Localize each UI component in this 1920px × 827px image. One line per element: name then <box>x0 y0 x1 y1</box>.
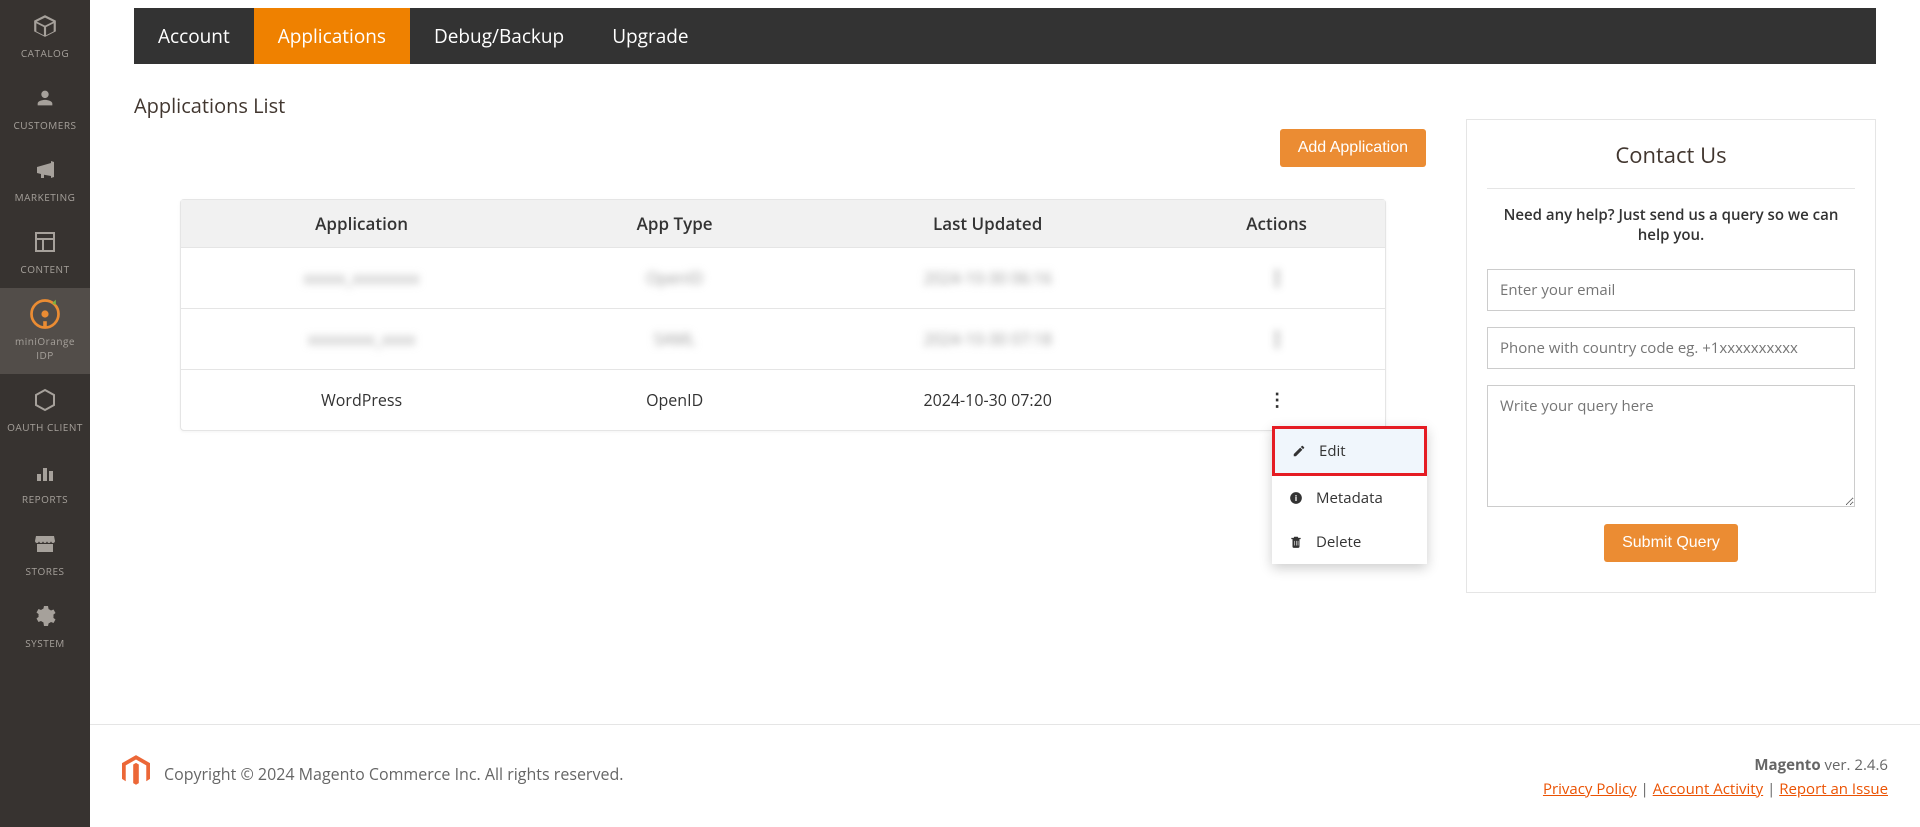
sidebar: CATALOG CUSTOMERS MARKETING CONTENT mini… <box>0 0 90 827</box>
product-name: Magento <box>1754 755 1820 775</box>
sidebar-label: CATALOG <box>21 46 69 60</box>
page-title: Applications List <box>134 92 1876 119</box>
trash-icon <box>1288 535 1304 549</box>
applications-panel: Add Application Application App Type Las… <box>134 129 1426 593</box>
chart-icon <box>33 458 57 486</box>
sidebar-item-customers[interactable]: CUSTOMERS <box>0 72 90 144</box>
privacy-policy-link[interactable]: Privacy Policy <box>1543 779 1637 799</box>
cell-last-updated: 2024-10-30 07:20 <box>807 389 1168 411</box>
query-textarea[interactable] <box>1487 385 1855 507</box>
header-actions: Actions <box>1168 212 1385 235</box>
dropdown-metadata[interactable]: i Metadata <box>1272 476 1427 520</box>
contact-title: Contact Us <box>1487 140 1855 189</box>
cube-icon <box>32 12 58 40</box>
sidebar-item-stores[interactable]: STORES <box>0 518 90 590</box>
cell-application: xxxxx_xxxxxxxx <box>181 267 542 289</box>
magento-logo-icon <box>122 755 150 792</box>
pencil-icon <box>1291 444 1307 458</box>
layout-icon <box>33 228 57 256</box>
person-icon <box>34 84 56 112</box>
sidebar-label: SYSTEM <box>25 636 65 650</box>
page-footer: Copyright © 2024 Magento Commerce Inc. A… <box>90 724 1920 827</box>
header-app-type: App Type <box>542 212 807 235</box>
dropdown-delete-label: Delete <box>1316 532 1361 552</box>
cell-last-updated: 2024-10-30 07:18 <box>807 328 1168 350</box>
more-actions-icon[interactable]: ⋮ <box>1268 266 1285 290</box>
tab-applications[interactable]: Applications <box>254 8 410 64</box>
more-actions-icon[interactable]: ⋮ <box>1268 388 1285 412</box>
cell-last-updated: 2024-10-30 06:16 <box>807 267 1168 289</box>
sidebar-item-reports[interactable]: REPORTS <box>0 446 90 518</box>
sidebar-label: REPORTS <box>22 492 68 506</box>
report-issue-link[interactable]: Report an Issue <box>1779 779 1888 799</box>
cell-application: xxxxxxxx_xxxx <box>181 328 542 350</box>
dropdown-delete[interactable]: Delete <box>1272 520 1427 564</box>
header-application: Application <box>181 212 542 235</box>
cell-app-type: OpenID <box>542 389 807 411</box>
copyright-text: Copyright © 2024 Magento Commerce Inc. A… <box>164 763 623 785</box>
table-header: Application App Type Last Updated Action… <box>181 200 1385 248</box>
submit-query-button[interactable]: Submit Query <box>1604 524 1738 562</box>
version-text: ver. 2.4.6 <box>1821 755 1888 775</box>
sidebar-label: CONTENT <box>20 262 69 276</box>
sidebar-label: MARKETING <box>15 190 76 204</box>
cell-actions: ⋮ <box>1168 388 1385 412</box>
sidebar-item-miniorange[interactable]: miniOrange IDP <box>0 288 90 374</box>
svg-text:i: i <box>1295 493 1298 504</box>
bullhorn-icon <box>32 156 58 184</box>
sidebar-item-content[interactable]: CONTENT <box>0 216 90 288</box>
dropdown-edit[interactable]: Edit <box>1272 426 1427 476</box>
sidebar-label: CUSTOMERS <box>13 118 76 132</box>
hexagon-icon <box>33 386 57 414</box>
info-icon: i <box>1288 491 1304 505</box>
tab-account[interactable]: Account <box>134 8 254 64</box>
tab-bar: Account Applications Debug/Backup Upgrad… <box>134 8 1876 64</box>
sidebar-label: STORES <box>26 564 65 578</box>
main-content: Account Applications Debug/Backup Upgrad… <box>90 0 1920 593</box>
table-row: xxxxx_xxxxxxxx OpenID 2024-10-30 06:16 ⋮ <box>181 248 1385 309</box>
more-actions-icon[interactable]: ⋮ <box>1268 327 1285 351</box>
header-last-updated: Last Updated <box>807 212 1168 235</box>
cell-app-type: SAML <box>542 328 807 350</box>
miniorange-icon <box>27 300 63 328</box>
sidebar-label: OAUTH CLIENT <box>7 420 83 434</box>
dropdown-metadata-label: Metadata <box>1316 488 1383 508</box>
tab-upgrade[interactable]: Upgrade <box>588 8 712 64</box>
sidebar-item-system[interactable]: SYSTEM <box>0 590 90 662</box>
actions-dropdown: Edit i Metadata Delete <box>1272 426 1427 564</box>
cell-actions: ⋮ <box>1168 266 1385 290</box>
add-application-button[interactable]: Add Application <box>1280 129 1426 167</box>
email-input[interactable] <box>1487 269 1855 311</box>
sidebar-item-catalog[interactable]: CATALOG <box>0 0 90 72</box>
table-row: WordPress OpenID 2024-10-30 07:20 ⋮ Edit <box>181 370 1385 430</box>
store-icon <box>32 530 58 558</box>
gear-icon <box>33 602 57 630</box>
contact-subtitle: Need any help? Just send us a query so w… <box>1487 205 1855 245</box>
contact-panel: Contact Us Need any help? Just send us a… <box>1466 119 1876 593</box>
cell-actions: ⋮ <box>1168 327 1385 351</box>
tab-debug[interactable]: Debug/Backup <box>410 8 588 64</box>
cell-app-type: OpenID <box>542 267 807 289</box>
cell-application: WordPress <box>181 389 542 411</box>
sidebar-item-marketing[interactable]: MARKETING <box>0 144 90 216</box>
applications-table: Application App Type Last Updated Action… <box>180 199 1386 431</box>
sidebar-label: miniOrange IDP <box>5 334 85 362</box>
dropdown-edit-label: Edit <box>1319 441 1346 461</box>
sidebar-item-oauth[interactable]: OAUTH CLIENT <box>0 374 90 446</box>
table-row: xxxxxxxx_xxxx SAML 2024-10-30 07:18 ⋮ <box>181 309 1385 370</box>
phone-input[interactable] <box>1487 327 1855 369</box>
account-activity-link[interactable]: Account Activity <box>1653 779 1763 799</box>
